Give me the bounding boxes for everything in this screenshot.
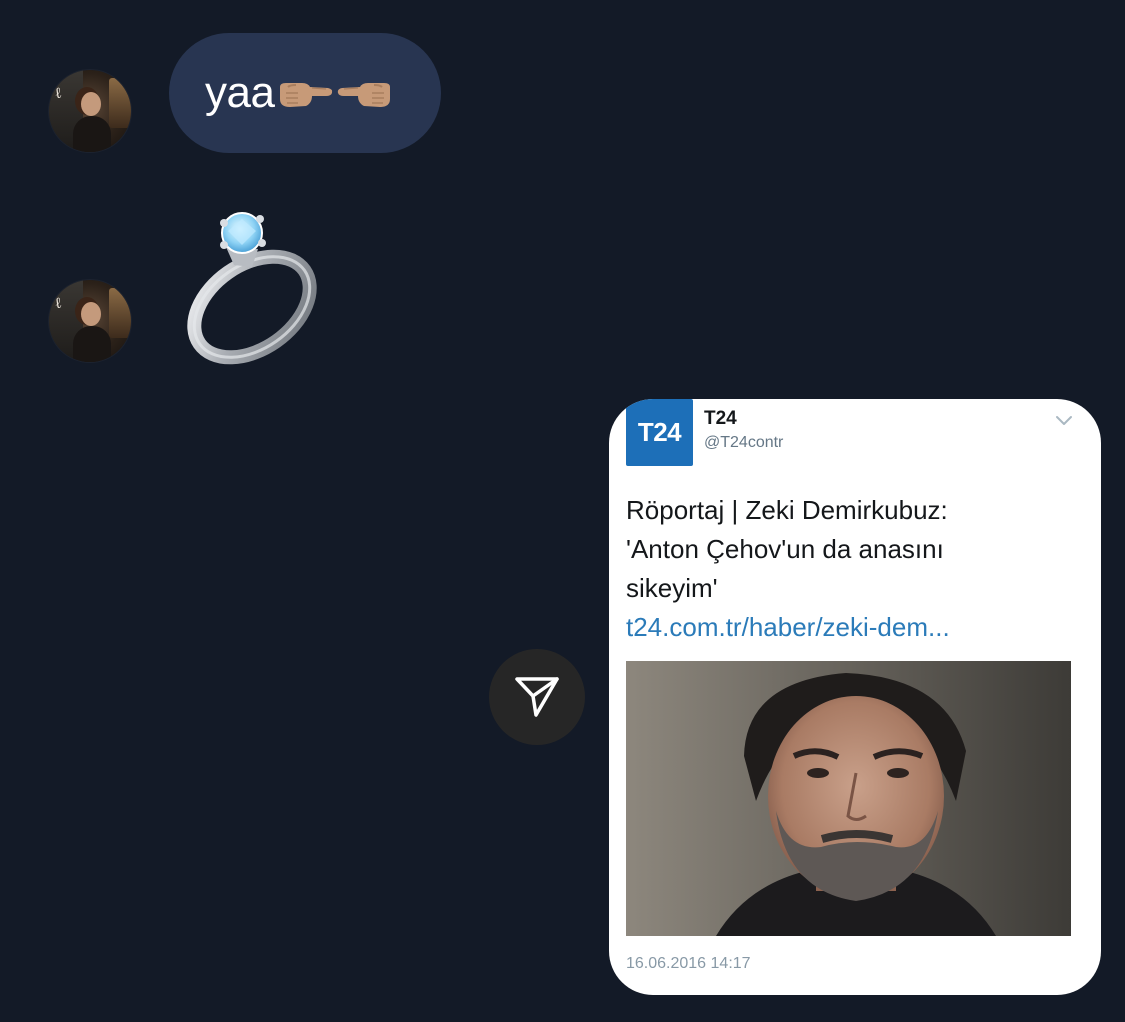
message-text: yaa <box>205 68 275 117</box>
avatar-figure <box>81 92 101 116</box>
sender-avatar[interactable]: ℓ <box>49 280 131 362</box>
backhand-index-pointing-left-icon <box>336 81 394 109</box>
ring-icon[interactable] <box>176 205 328 365</box>
post-photo[interactable] <box>626 661 1071 936</box>
post-text: Röportaj | Zeki Demirkubuz: 'Anton Çehov… <box>626 491 1086 647</box>
post-link[interactable]: t24.com.tr/haber/zeki-dem... <box>626 608 1086 647</box>
post-text-line: sikeyim' <box>626 573 718 603</box>
post-text-line: Röportaj | Zeki Demirkubuz: <box>626 495 948 525</box>
avatar-background <box>109 288 131 338</box>
avatar-figure <box>73 116 111 152</box>
post-timestamp: 16.06.2016 14:17 <box>626 955 751 972</box>
backhand-index-pointing-right-icon <box>276 81 334 109</box>
avatar-background <box>109 78 131 128</box>
avatar-figure <box>73 326 111 362</box>
post-text-line: 'Anton Çehov'un da anasını <box>626 534 944 564</box>
account-name: T24 <box>704 408 737 429</box>
account-logo-text: T24 <box>637 417 682 447</box>
chevron-down-icon[interactable] <box>1055 415 1073 427</box>
sender-avatar[interactable]: ℓ <box>49 70 131 152</box>
message-bubble[interactable]: yaa <box>169 33 441 153</box>
paper-plane-icon <box>515 677 559 717</box>
shared-post-card[interactable]: T24 T24 @T24contr Röportaj | Zeki Demirk… <box>609 399 1101 995</box>
avatar-figure <box>81 302 101 326</box>
account-handle: @T24contr <box>704 434 784 451</box>
account-logo: T24 <box>626 399 693 466</box>
share-button[interactable] <box>489 649 585 745</box>
